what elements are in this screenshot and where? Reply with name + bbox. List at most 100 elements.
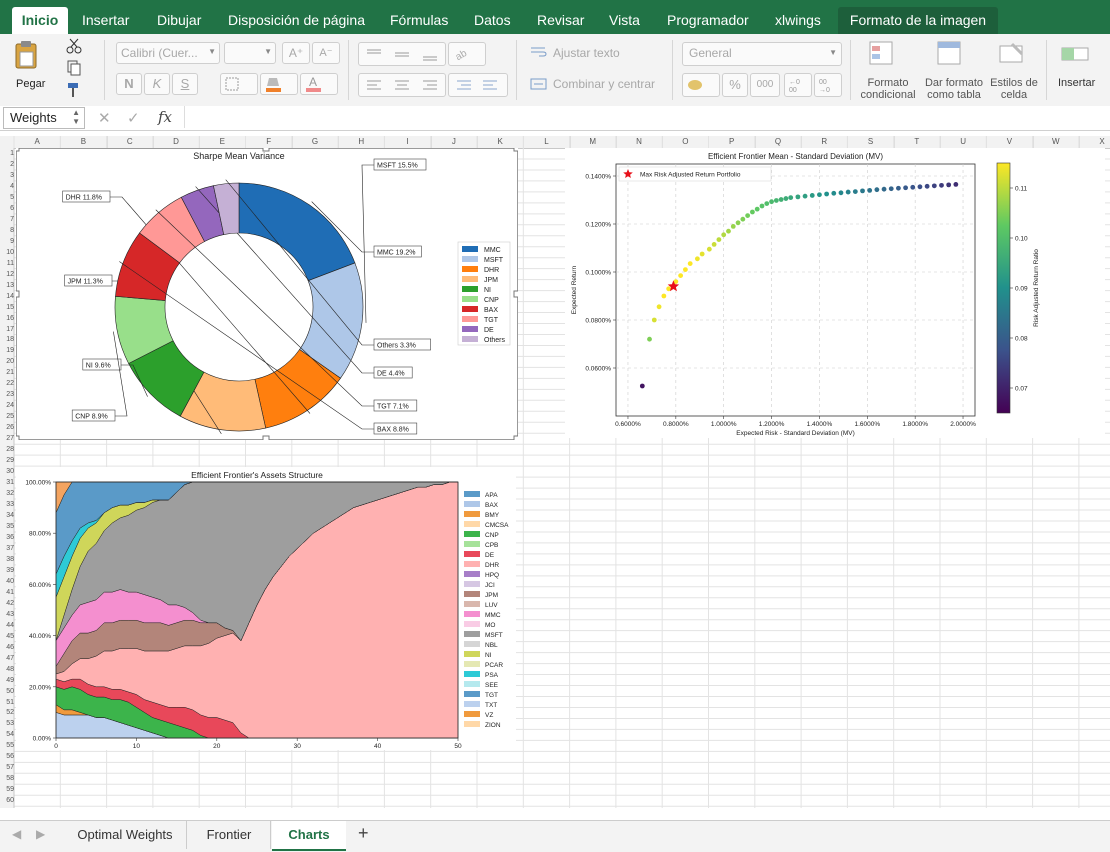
row-header[interactable]: 35 [0, 522, 15, 533]
row-header[interactable]: 28 [0, 445, 15, 456]
row-header[interactable]: 6 [0, 204, 15, 215]
row-header[interactable]: 55 [0, 741, 15, 752]
wrap-text-button[interactable]: Ajustar texto [553, 46, 620, 60]
number-format-select[interactable]: General ▼ [682, 42, 842, 66]
row-header[interactable]: 5 [0, 193, 15, 204]
row-header[interactable]: 23 [0, 390, 15, 401]
row-header[interactable]: 47 [0, 654, 15, 665]
frontier-scatter-chart[interactable]: Efficient Frontier Mean - Standard Devia… [565, 148, 1105, 438]
decrease-decimal-icon[interactable]: 00 →0 [814, 73, 842, 97]
name-box[interactable]: Weights ▲ ▼ [3, 107, 85, 129]
row-header[interactable]: 7 [0, 215, 15, 226]
format-table-button[interactable]: Dar formato como tabla [922, 77, 986, 101]
confirm-icon[interactable]: ✓ [127, 109, 140, 127]
row-header[interactable]: 14 [0, 292, 15, 303]
row-header[interactable]: 43 [0, 610, 15, 621]
merge-center-button[interactable]: Combinar y centrar [553, 77, 655, 91]
tab-insertar[interactable]: Insertar [82, 7, 129, 34]
assets-structure-chart[interactable]: Efficient Frontier's Assets Structure 0 10… [16, 467, 516, 750]
row-header[interactable]: 46 [0, 643, 15, 654]
row-header[interactable]: 44 [0, 621, 15, 632]
row-header[interactable]: 16 [0, 314, 15, 325]
row-header[interactable]: 2 [0, 160, 15, 171]
row-header[interactable]: 17 [0, 325, 15, 336]
tab-vista[interactable]: Vista [609, 7, 640, 34]
grow-font-icon[interactable]: A⁺ [282, 42, 310, 64]
row-header[interactable]: 19 [0, 346, 15, 357]
row-header[interactable]: 60 [0, 796, 15, 807]
row-header[interactable]: 57 [0, 763, 15, 774]
row-header[interactable]: 8 [0, 226, 15, 237]
tab-revisar[interactable]: Revisar [537, 7, 584, 34]
row-header[interactable]: 49 [0, 676, 15, 687]
shrink-font-icon[interactable]: A⁻ [312, 42, 340, 64]
row-header[interactable]: 48 [0, 665, 15, 676]
fx-icon[interactable]: fx [158, 108, 172, 126]
tab-formulas[interactable]: Fórmulas [390, 7, 448, 34]
insert-cells-icon[interactable] [1060, 42, 1094, 69]
row-header[interactable]: 34 [0, 511, 15, 522]
font-color-icon[interactable]: A [300, 73, 338, 95]
formula-input[interactable] [184, 106, 1105, 128]
row-header[interactable]: 9 [0, 237, 15, 248]
format-painter-icon[interactable] [66, 82, 82, 101]
row-header[interactable]: 26 [0, 423, 15, 434]
horizontal-align-group[interactable] [358, 73, 446, 97]
conditional-format-icon[interactable] [868, 40, 898, 71]
row-header[interactable]: 22 [0, 379, 15, 390]
row-header[interactable]: 42 [0, 599, 15, 610]
row-header[interactable]: 36 [0, 533, 15, 544]
cut-icon[interactable] [66, 38, 82, 57]
percent-button[interactable]: % [722, 73, 748, 97]
scroll-right-icon[interactable]: ▶ [36, 827, 45, 841]
sheet-tab-frontier[interactable]: Frontier [188, 821, 271, 849]
row-header[interactable]: 53 [0, 719, 15, 730]
row-header[interactable]: 24 [0, 401, 15, 412]
row-header[interactable]: 20 [0, 357, 15, 368]
vertical-align-group[interactable] [358, 42, 446, 66]
cell-styles-icon[interactable] [998, 40, 1028, 71]
row-header[interactable]: 32 [0, 489, 15, 500]
insert-button[interactable]: Insertar [1058, 77, 1095, 89]
row-header[interactable]: 54 [0, 730, 15, 741]
row-header[interactable]: 52 [0, 708, 15, 719]
scroll-left-icon[interactable]: ◀ [12, 827, 21, 841]
sheet-tab-optimal-weights[interactable]: Optimal Weights [64, 821, 187, 849]
currency-icon[interactable] [682, 73, 720, 97]
row-header[interactable]: 59 [0, 785, 15, 796]
tab-dibujar[interactable]: Dibujar [157, 7, 201, 34]
row-header[interactable]: 51 [0, 698, 15, 709]
copy-icon[interactable] [66, 60, 82, 79]
row-header[interactable]: 1 [0, 149, 15, 160]
thousands-button[interactable]: 000 [750, 73, 780, 97]
indent-icon[interactable] [448, 73, 508, 97]
font-size-select[interactable]: ▼ [224, 42, 276, 64]
tab-disposicion[interactable]: Disposición de página [228, 7, 365, 34]
row-header[interactable]: 29 [0, 456, 15, 467]
row-header[interactable]: 37 [0, 544, 15, 555]
sheet-tab-charts[interactable]: Charts [272, 821, 346, 851]
conditional-format-button[interactable]: Formato condicional [856, 77, 920, 101]
format-table-icon[interactable] [936, 40, 966, 71]
tab-programador[interactable]: Programador [667, 7, 749, 34]
underline-button[interactable]: S [172, 73, 198, 95]
bold-button[interactable]: N [116, 73, 142, 95]
tab-formato-imagen[interactable]: Formato de la imagen [838, 7, 998, 34]
row-header[interactable]: 10 [0, 248, 15, 259]
row-header[interactable]: 4 [0, 182, 15, 193]
row-header[interactable]: 45 [0, 632, 15, 643]
row-header[interactable]: 3 [0, 171, 15, 182]
merge-center-icon[interactable] [530, 78, 548, 93]
row-header[interactable]: 27 [0, 434, 15, 445]
row-header[interactable]: 30 [0, 467, 15, 478]
italic-button[interactable]: K [144, 73, 170, 95]
tab-datos[interactable]: Datos [474, 7, 511, 34]
row-header[interactable]: 21 [0, 368, 15, 379]
increase-decimal-icon[interactable]: ←0 00 [784, 73, 812, 97]
row-header[interactable]: 31 [0, 478, 15, 489]
row-header[interactable]: 58 [0, 774, 15, 785]
row-header[interactable]: 11 [0, 259, 15, 270]
borders-icon[interactable] [220, 73, 258, 95]
text-orientation-icon[interactable]: ab [448, 42, 486, 66]
row-header[interactable]: 33 [0, 500, 15, 511]
